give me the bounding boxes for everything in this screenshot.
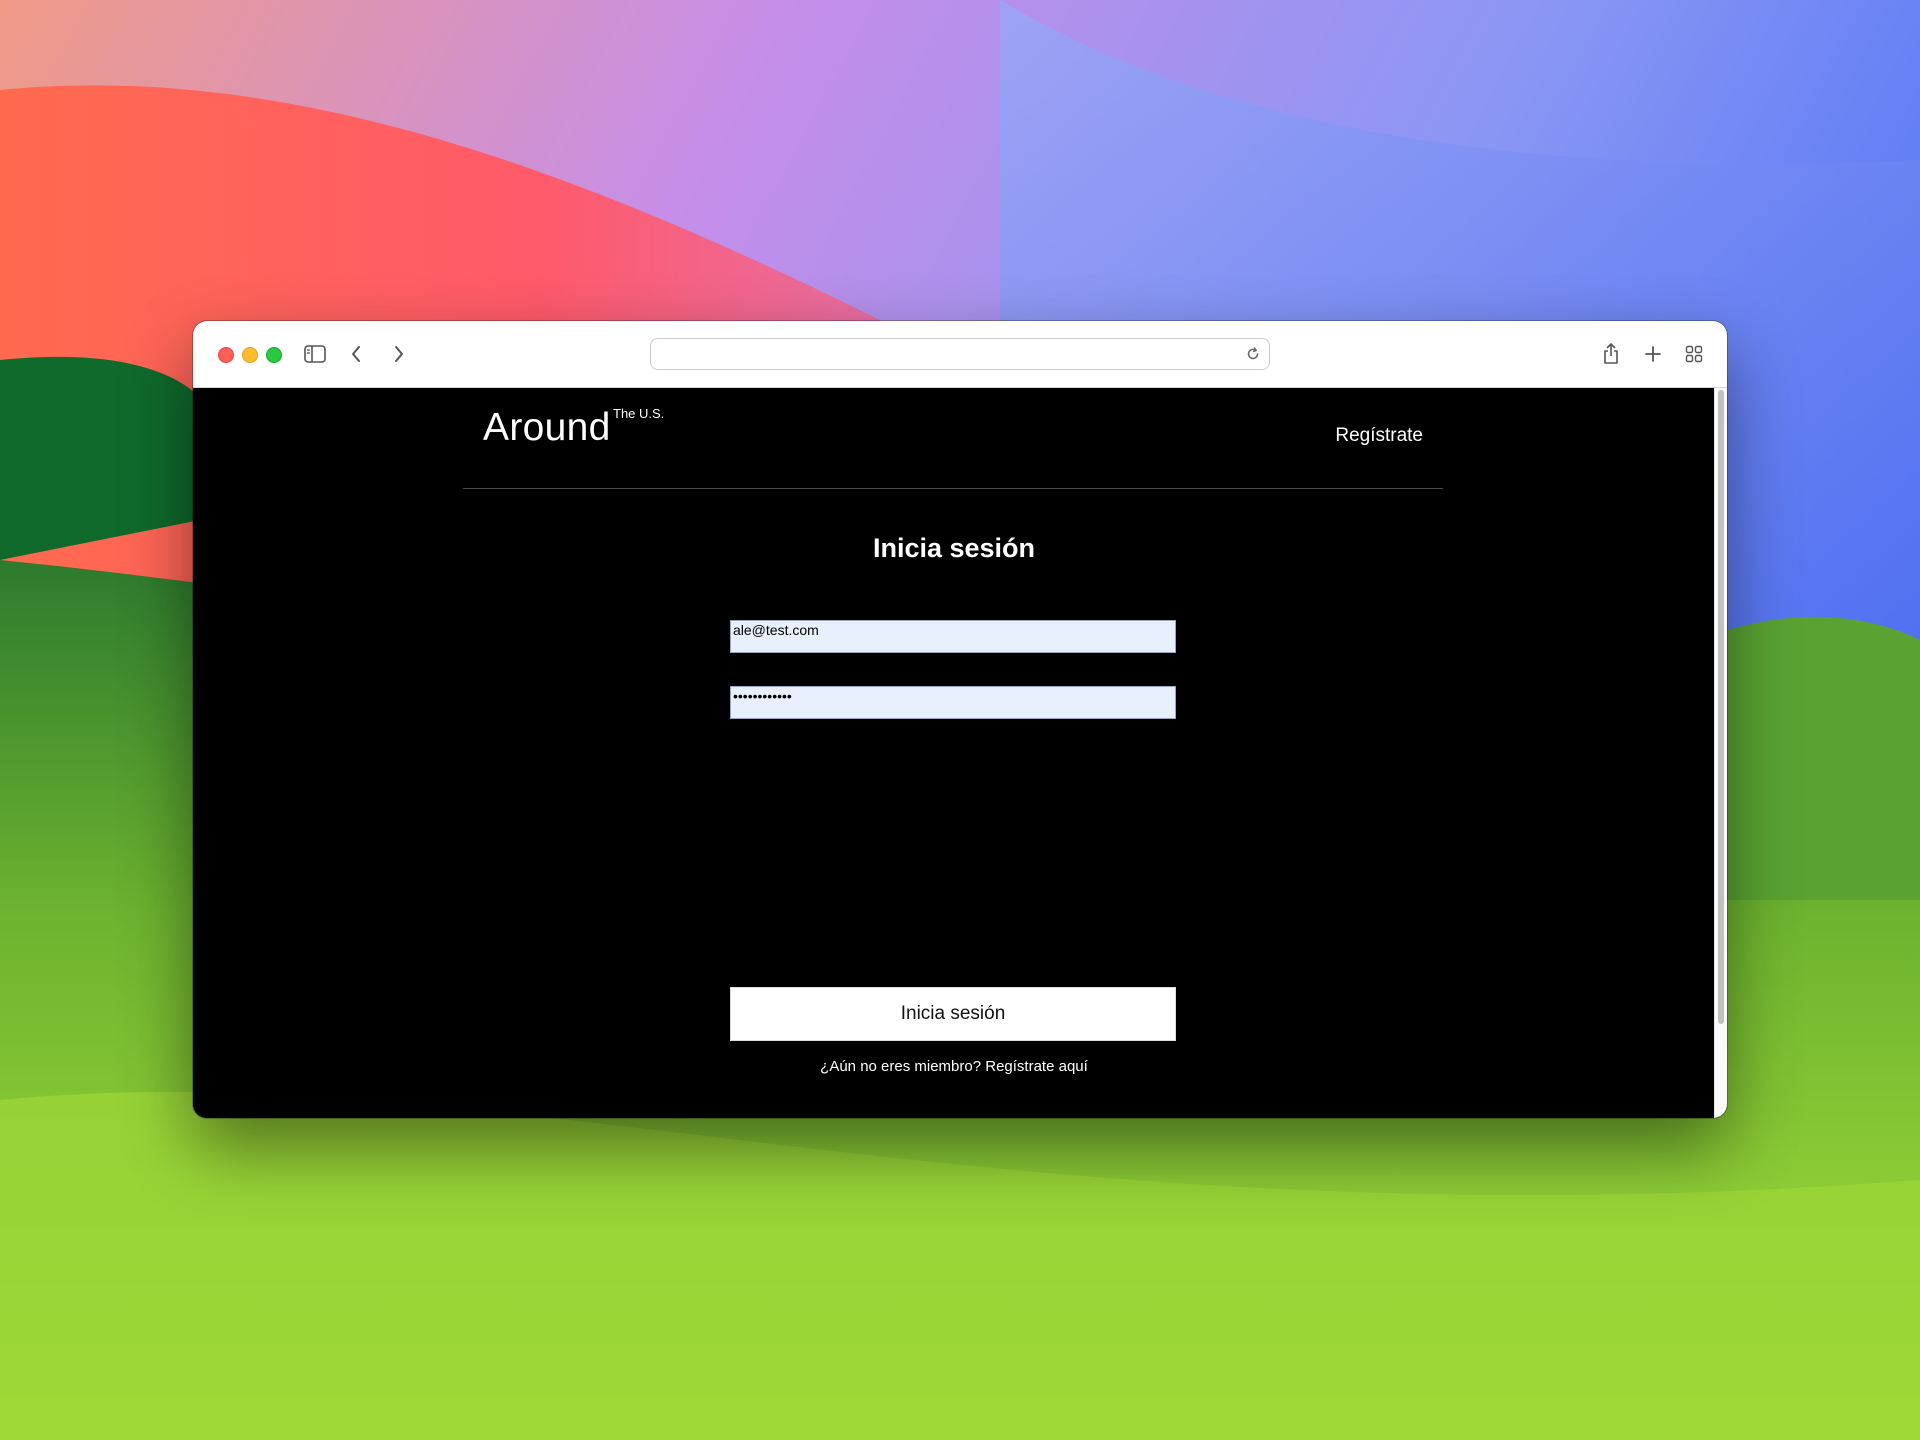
page-content: Around The U.S. Regístrate Inicia sesión… [193, 388, 1715, 1118]
reload-icon[interactable] [1245, 346, 1261, 362]
email-field[interactable] [730, 620, 1176, 653]
password-field[interactable] [730, 686, 1176, 719]
sidebar-icon[interactable] [300, 339, 330, 369]
minimize-window-button[interactable] [242, 347, 258, 363]
address-input[interactable] [661, 342, 1225, 368]
header-divider [463, 488, 1443, 489]
page-title: Inicia sesión [872, 533, 1036, 563]
chevron-left-icon[interactable] [341, 339, 371, 369]
scrollbar-thumb[interactable] [1718, 390, 1724, 1024]
address-bar[interactable] [650, 338, 1270, 370]
zoom-window-button[interactable] [266, 347, 282, 363]
logo-text: Around [483, 406, 611, 449]
close-window-button[interactable] [218, 347, 234, 363]
browser-window: Around The U.S. Regístrate Inicia sesión… [193, 321, 1727, 1118]
grid-icon[interactable] [1679, 339, 1709, 369]
site-logo[interactable]: Around The U.S. [483, 406, 664, 450]
login-button[interactable]: Inicia sesión [730, 987, 1176, 1041]
scrollbar[interactable] [1714, 388, 1727, 1118]
logo-superscript: The U.S. [613, 406, 665, 421]
signup-link[interactable]: ¿Aún no eres miembro? Regístrate aquí [193, 1058, 1715, 1075]
plus-icon[interactable] [1638, 339, 1668, 369]
register-link[interactable]: Regístrate [1335, 425, 1423, 447]
share-icon[interactable] [1596, 339, 1626, 369]
chevron-right-icon[interactable] [384, 339, 414, 369]
browser-toolbar [193, 321, 1727, 388]
desktop: Around The U.S. Regístrate Inicia sesión… [0, 0, 1920, 1440]
